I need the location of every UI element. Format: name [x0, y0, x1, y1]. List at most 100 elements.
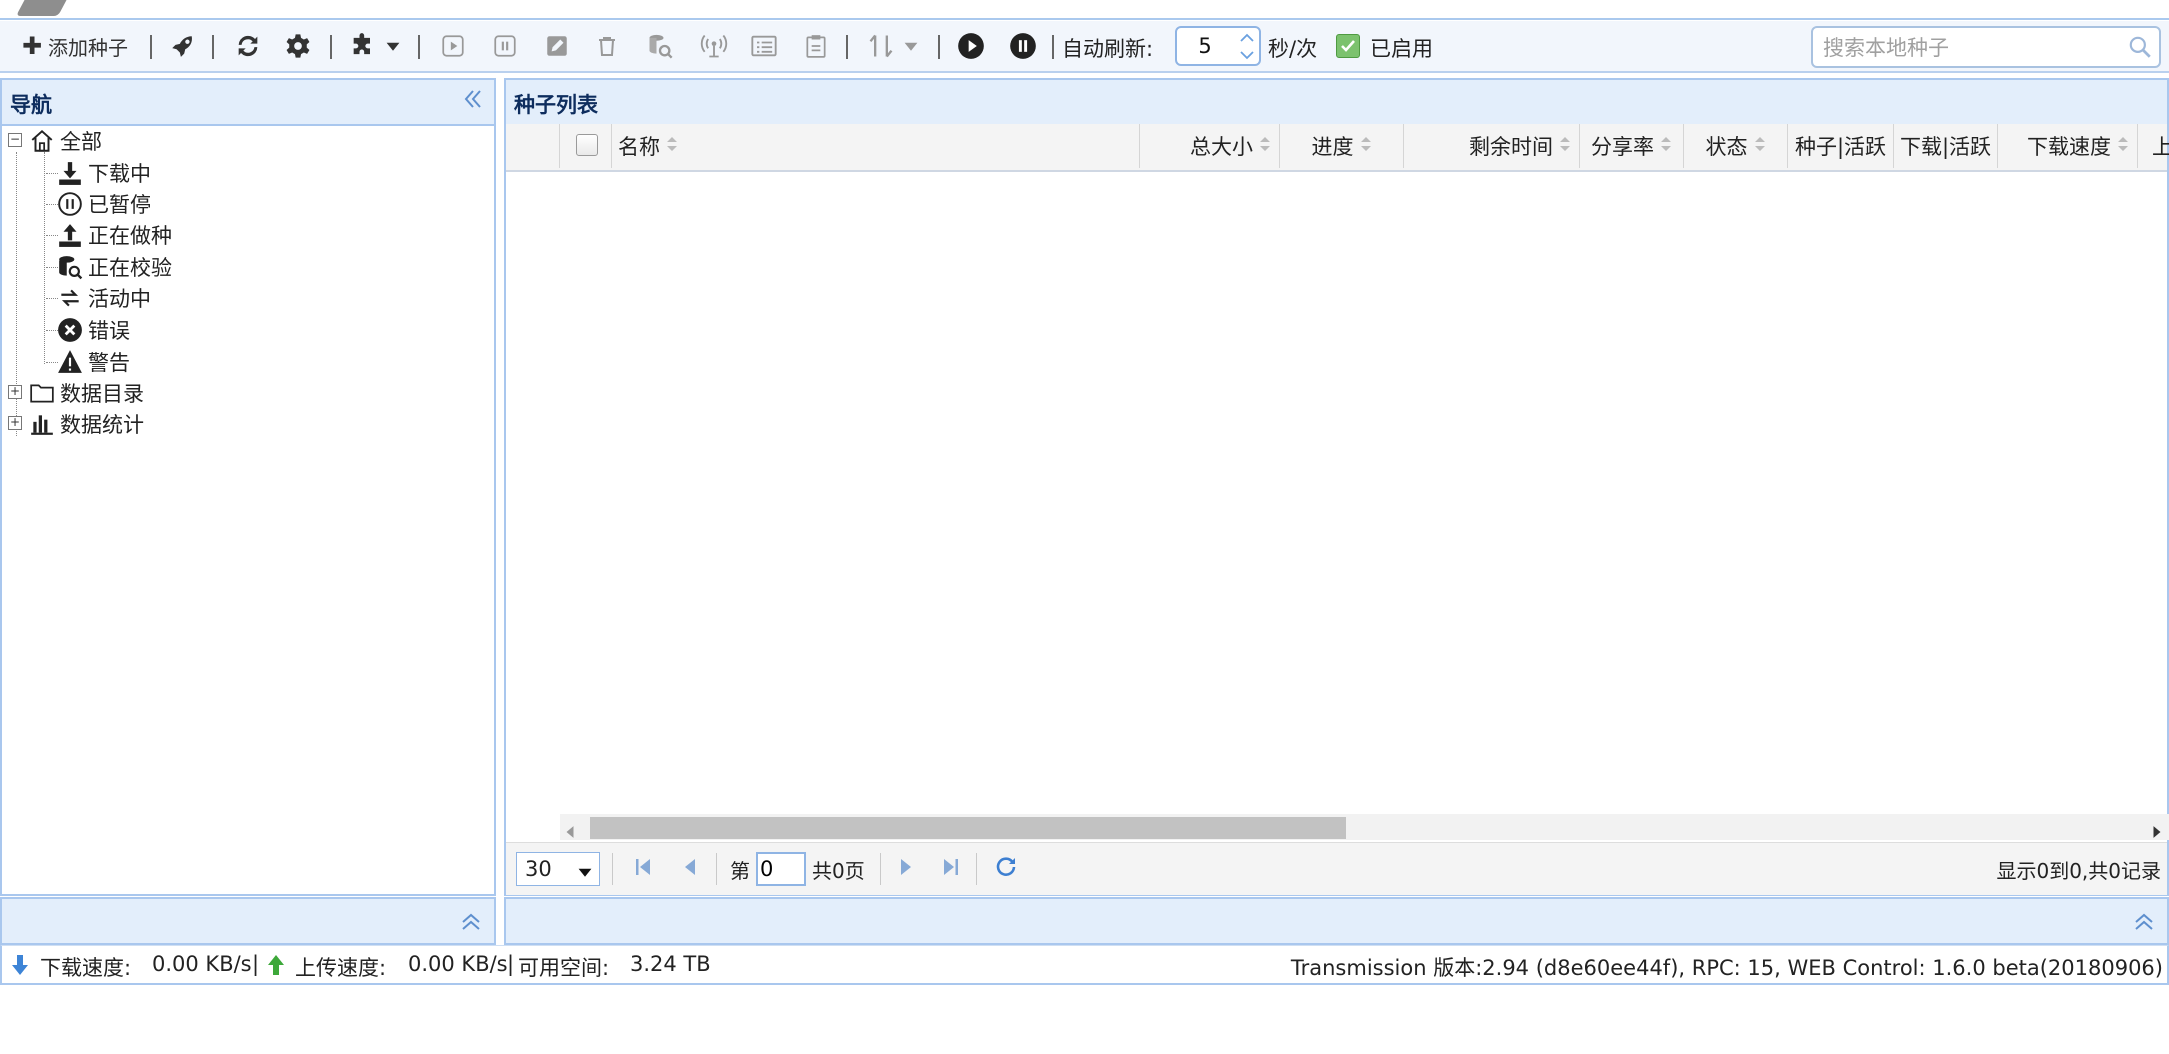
page-size-value: 30 [525, 857, 552, 881]
collapse-left-icon[interactable] [462, 88, 484, 115]
spinner-down-icon[interactable] [1235, 46, 1259, 63]
nav-item-paused[interactable]: 已暂停 [56, 189, 151, 219]
auto-refresh-label: 自动刷新: [1062, 37, 1154, 61]
speed-limit-menu-button[interactable] [862, 29, 924, 63]
pause-all-icon[interactable] [1006, 29, 1040, 63]
sort-icon [2117, 134, 2129, 158]
tree-expand-toggle[interactable]: + [8, 385, 22, 399]
column-remaining-time[interactable]: 剩余时间 [1404, 124, 1580, 168]
nav-item-label: 全部 [60, 130, 102, 154]
column-total-size[interactable]: 总大小 [1140, 124, 1280, 168]
download-icon [56, 159, 84, 187]
tracker-icon[interactable] [696, 29, 732, 63]
nav-item-error[interactable]: 错误 [56, 315, 130, 345]
nav-item-label: 错误 [88, 319, 130, 343]
tree-expand-toggle[interactable]: + [8, 416, 22, 430]
gear-icon[interactable] [280, 29, 316, 63]
enabled-label: 已启用 [1370, 37, 1433, 61]
upload-icon [56, 221, 84, 249]
column-name[interactable]: 名称 [612, 124, 1140, 168]
search-input[interactable] [1821, 28, 2125, 68]
column-upload-speed[interactable]: 上 [2138, 124, 2169, 168]
column-download-speed[interactable]: 下载速度 [1998, 124, 2138, 168]
nav-item-downloading[interactable]: 下载中 [56, 158, 151, 188]
search-box[interactable] [1811, 26, 2161, 68]
first-page-icon[interactable] [634, 855, 654, 884]
nav-item-active[interactable]: 活动中 [56, 283, 151, 313]
download-speed-value: 0.00 KB/s [152, 952, 252, 976]
rocket-icon[interactable] [164, 29, 200, 63]
nav-item-checking[interactable]: 正在校验 [56, 252, 172, 282]
list-icon[interactable] [746, 29, 782, 63]
nav-item-data-folders[interactable]: 数据目录 [28, 378, 144, 408]
nav-item-warning[interactable]: 警告 [56, 347, 130, 377]
scroll-right-icon[interactable] [2151, 820, 2163, 844]
refresh-icon[interactable] [230, 29, 266, 63]
previous-page-icon[interactable] [682, 855, 698, 884]
database-check-icon [56, 253, 84, 281]
nav-item-label: 数据统计 [60, 413, 144, 437]
upload-speed-label: 上传速度: [295, 956, 387, 980]
pager-separator [612, 853, 613, 885]
scrollbar-thumb[interactable] [590, 817, 1346, 839]
last-page-icon[interactable] [940, 855, 960, 884]
toolbar-separator [418, 35, 420, 59]
nav-item-label: 下载中 [88, 162, 151, 186]
horizontal-scrollbar[interactable] [560, 814, 2169, 840]
toolbar-separator [150, 35, 152, 59]
status-bar: 下载速度: 0.00 KB/s | 上传速度: 0.00 KB/s | 可用空间… [0, 945, 2169, 985]
nav-item-all[interactable]: 全部 [28, 126, 102, 156]
column-seeds-active[interactable]: 种子|活跃 [1788, 124, 1894, 168]
grid-body [506, 170, 2167, 814]
toolbar-separator [938, 35, 940, 59]
auto-refresh-checkbox[interactable] [1336, 34, 1360, 58]
torrent-list-title: 种子列表 [514, 93, 598, 117]
download-speed-label: 下载速度: [40, 956, 132, 980]
column-progress[interactable]: 进度 [1280, 124, 1404, 168]
column-ratio[interactable]: 分享率 [1580, 124, 1684, 168]
refresh-interval-input[interactable] [1177, 28, 1233, 64]
column-downloads-active[interactable]: 下载|活跃 [1894, 124, 1998, 168]
logo-icon [16, 0, 74, 16]
spinner-up-icon[interactable] [1235, 29, 1259, 46]
clipboard-icon[interactable] [798, 29, 834, 63]
search-icon[interactable] [2127, 34, 2153, 65]
add-torrent-label: 添加种子 [48, 35, 129, 60]
page-size-select[interactable]: 30 [516, 852, 600, 886]
column-label: 种子|活跃 [1794, 135, 1887, 159]
pause-icon[interactable] [488, 29, 522, 63]
toolbar-separator [330, 35, 332, 59]
tree-collapse-toggle[interactable]: − [8, 133, 22, 147]
torrent-list-header: 种子列表 [506, 80, 2167, 126]
plugins-menu-button[interactable] [344, 29, 406, 63]
next-page-icon[interactable] [898, 855, 914, 884]
select-all-checkbox[interactable] [576, 134, 598, 156]
pager-separator [716, 853, 717, 885]
rename-icon[interactable] [540, 29, 574, 63]
verify-data-icon[interactable] [642, 29, 678, 63]
nav-item-statistics[interactable]: 数据统计 [28, 409, 144, 439]
nav-item-label: 活动中 [88, 287, 151, 311]
current-page-input[interactable] [756, 852, 806, 886]
start-all-icon[interactable] [954, 29, 988, 63]
sort-icon [1754, 134, 1766, 158]
expand-up-icon[interactable] [2133, 911, 2155, 938]
column-label: 上 [2152, 135, 2169, 159]
warning-icon [56, 348, 84, 376]
download-arrow-icon [10, 954, 30, 981]
column-status[interactable]: 状态 [1684, 124, 1788, 168]
toolbar-separator [846, 35, 848, 59]
column-label: 下载|活跃 [1899, 135, 1992, 159]
home-icon [28, 127, 56, 155]
nav-item-seeding[interactable]: 正在做种 [56, 220, 172, 250]
row-number-column [506, 124, 560, 168]
expand-up-icon[interactable] [460, 911, 482, 938]
start-icon[interactable] [436, 29, 470, 63]
refresh-interval-spinner[interactable] [1175, 26, 1261, 66]
reload-icon[interactable] [994, 855, 1018, 884]
column-label: 总大小 [1190, 135, 1253, 159]
scroll-left-icon[interactable] [564, 820, 576, 844]
sort-icon [1660, 134, 1672, 158]
add-torrent-button[interactable]: ✚ 添加种子 [12, 29, 138, 63]
trash-icon[interactable] [590, 29, 624, 63]
